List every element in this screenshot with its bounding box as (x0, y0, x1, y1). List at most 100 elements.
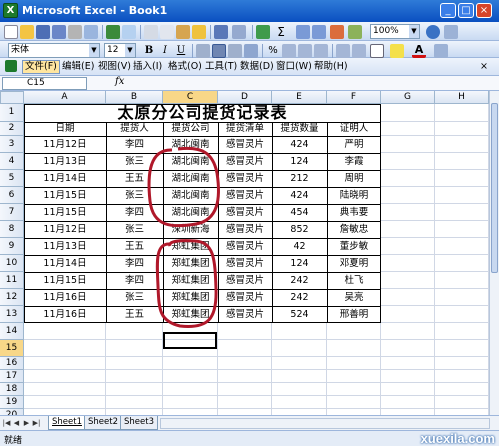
table-cell[interactable]: 张三 (106, 187, 163, 204)
header-cell[interactable]: 提货清单 (218, 122, 272, 136)
table-cell[interactable]: 感冒灵片 (218, 272, 272, 289)
menu-insert[interactable]: 插入(I) (131, 60, 164, 74)
table-cell[interactable]: 湖北闽南 (163, 153, 218, 170)
fill-color-icon[interactable] (390, 44, 404, 58)
select-all-corner[interactable] (0, 91, 24, 104)
borders-icon[interactable] (370, 44, 384, 58)
row-header-3[interactable]: 3 (0, 136, 24, 153)
row-header-6[interactable]: 6 (0, 187, 24, 204)
row-header-7[interactable]: 7 (0, 204, 24, 221)
sort-descending-icon[interactable] (312, 25, 326, 39)
table-cell[interactable]: 感冒灵片 (218, 187, 272, 204)
tab-sheet3[interactable]: Sheet3 (120, 416, 158, 430)
font-size-select[interactable]: 12 ▼ (104, 43, 136, 58)
table-cell[interactable]: 严明 (327, 136, 381, 153)
row-header-14[interactable]: 14 (0, 323, 24, 340)
worksheet-grid[interactable]: ABCDEFGH 1 2 3 4 5 6 7 8 9 10 11 12 13 14 15 16 17 18 19 20… (0, 91, 489, 415)
undo-icon[interactable] (214, 25, 228, 39)
table-cell[interactable]: 周明 (327, 170, 381, 187)
table-cell[interactable]: 524 (272, 306, 327, 323)
table-cell[interactable]: 湖北闽南 (163, 187, 218, 204)
row-header-16[interactable]: 16 (0, 357, 24, 370)
table-cell[interactable]: 感冒灵片 (218, 204, 272, 221)
first-sheet-icon[interactable]: |◀ (2, 418, 11, 429)
table-cell[interactable]: 李四 (106, 255, 163, 272)
underline-button[interactable]: U (174, 44, 188, 58)
table-cell[interactable]: 42 (272, 238, 327, 255)
column-header-g[interactable]: G (381, 91, 435, 104)
italic-button[interactable]: I (158, 44, 172, 58)
table-cell[interactable]: 11月12日 (24, 136, 106, 153)
new-icon[interactable] (4, 25, 18, 39)
fx-icon[interactable]: fx (115, 76, 124, 87)
header-cell[interactable]: 提货数量 (272, 122, 327, 136)
table-cell[interactable]: 11月14日 (24, 170, 106, 187)
table-cell[interactable]: 李四 (106, 136, 163, 153)
excel-app-icon[interactable]: X (3, 3, 18, 18)
toolbar-options-icon[interactable] (444, 25, 458, 39)
menu-data[interactable]: 数据(D) (238, 60, 276, 74)
row-header-18[interactable]: 18 (0, 383, 24, 396)
table-cell[interactable]: 424 (272, 136, 327, 153)
align-right-icon[interactable] (228, 44, 242, 58)
sheet-icon[interactable] (5, 60, 17, 72)
table-cell[interactable]: 感冒灵片 (218, 221, 272, 238)
minimize-button[interactable]: _ (440, 3, 456, 18)
table-cell[interactable]: 张三 (106, 221, 163, 238)
chevron-down-icon[interactable]: ▼ (89, 44, 99, 57)
scroll-thumb[interactable] (491, 103, 498, 273)
table-cell[interactable]: 陆晓明 (327, 187, 381, 204)
row-header-19[interactable]: 19 (0, 396, 24, 409)
table-cell[interactable]: 湖北闽南 (163, 170, 218, 187)
row-header-15[interactable]: 15 (0, 340, 24, 357)
close-button[interactable]: × (476, 3, 492, 18)
increase-decimal-icon[interactable] (298, 44, 312, 58)
table-cell[interactable]: 李四 (106, 204, 163, 221)
increase-indent-icon[interactable] (352, 44, 366, 58)
table-cell[interactable]: 吴亮 (327, 289, 381, 306)
table-cell[interactable]: 董步敏 (327, 238, 381, 255)
header-cell[interactable]: 提货人 (106, 122, 163, 136)
save-icon[interactable] (36, 25, 50, 39)
header-cell[interactable]: 证明人 (327, 122, 381, 136)
active-cell-cursor[interactable] (163, 332, 217, 349)
table-cell[interactable]: 11月14日 (24, 255, 106, 272)
table-cell[interactable]: 郑虹集团 (163, 289, 218, 306)
chevron-down-icon[interactable]: ▼ (409, 25, 419, 38)
table-cell[interactable]: 424 (272, 187, 327, 204)
table-cell[interactable]: 感冒灵片 (218, 255, 272, 272)
percent-button[interactable]: % (266, 44, 280, 58)
table-cell[interactable]: 感冒灵片 (218, 238, 272, 255)
table-cell[interactable]: 11月15日 (24, 187, 106, 204)
header-cell[interactable]: 日期 (24, 122, 106, 136)
table-cell[interactable]: 124 (272, 255, 327, 272)
table-cell[interactable]: 感冒灵片 (218, 136, 272, 153)
table-cell[interactable]: 感冒灵片 (218, 306, 272, 323)
vertical-scrollbar[interactable] (489, 91, 499, 415)
table-cell[interactable]: 湖北闽南 (163, 136, 218, 153)
align-center-icon[interactable] (212, 44, 226, 58)
table-cell[interactable]: 11月16日 (24, 306, 106, 323)
menu-file[interactable]: 文件(F) (22, 60, 60, 74)
table-cell[interactable]: 王五 (106, 238, 163, 255)
comma-style-icon[interactable] (282, 44, 296, 58)
table-cell[interactable]: 242 (272, 272, 327, 289)
table-cell[interactable]: 郑虹集团 (163, 306, 218, 323)
merge-center-icon[interactable] (244, 44, 258, 58)
table-cell[interactable]: 11月12日 (24, 221, 106, 238)
permission-icon[interactable] (52, 25, 66, 39)
table-cell[interactable]: 邢善明 (327, 306, 381, 323)
table-cell[interactable]: 深圳新海 (163, 221, 218, 238)
copy-icon[interactable] (160, 25, 174, 39)
table-cell[interactable]: 852 (272, 221, 327, 238)
table-cell[interactable]: 242 (272, 289, 327, 306)
print-icon[interactable] (68, 25, 82, 39)
row-header-2[interactable]: 2 (0, 122, 24, 136)
table-cell[interactable]: 11月15日 (24, 272, 106, 289)
bold-button[interactable]: B (142, 44, 156, 58)
row-header-17[interactable]: 17 (0, 370, 24, 383)
table-cell[interactable]: 郑虹集团 (163, 238, 218, 255)
row-header-4[interactable]: 4 (0, 153, 24, 170)
row-header-13[interactable]: 13 (0, 306, 24, 323)
column-header-f[interactable]: F (327, 91, 381, 104)
